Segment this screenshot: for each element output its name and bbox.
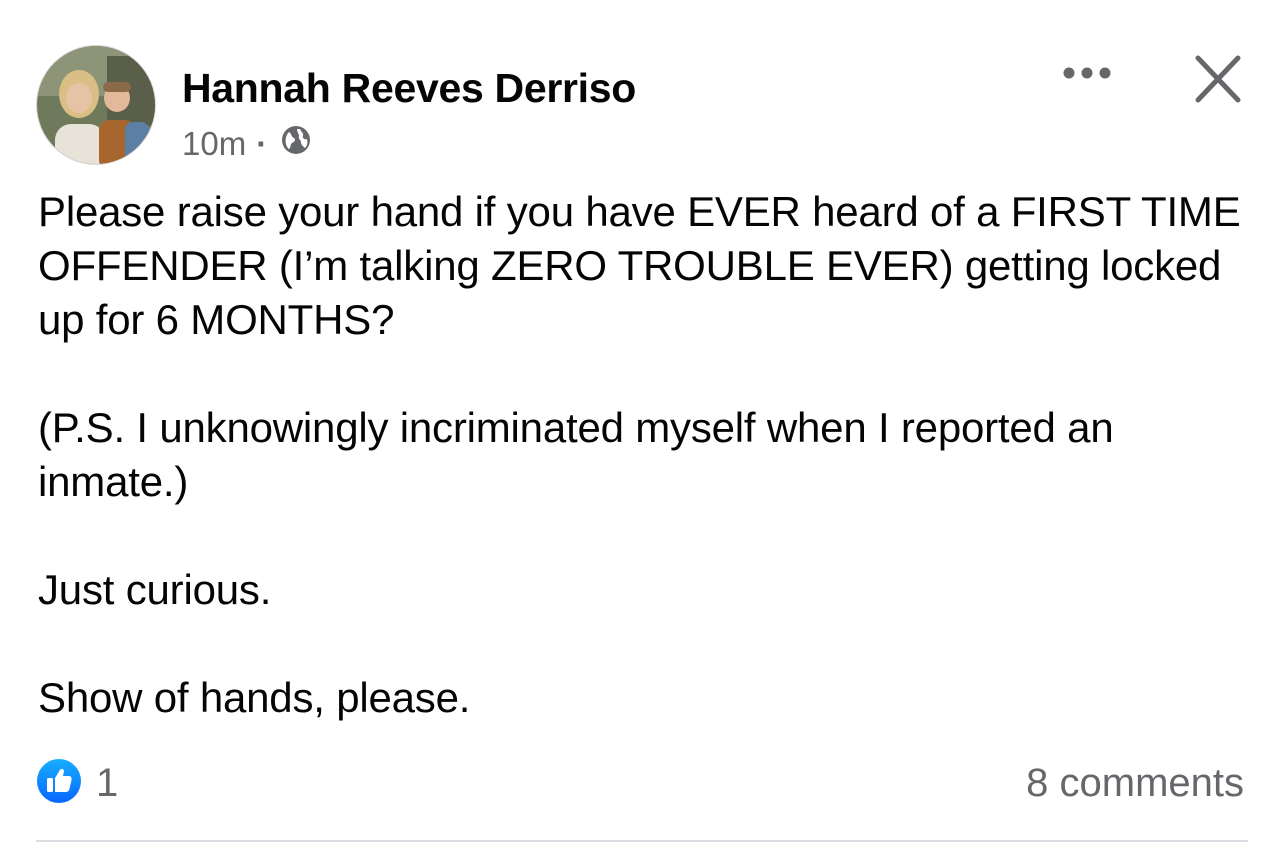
divider (36, 840, 1248, 842)
close-button[interactable] (1188, 50, 1248, 110)
avatar[interactable] (36, 45, 156, 165)
post-timestamp[interactable]: 10m (182, 125, 246, 163)
close-icon (1188, 55, 1248, 114)
post-paragraph: (P.S. I unknowingly incriminated myself … (38, 404, 1114, 505)
post-paragraph: Please raise your hand if you have EVER … (38, 188, 1241, 343)
avatar-photo (37, 46, 155, 164)
post-paragraph: Show of hands, please. (38, 674, 471, 721)
author-name[interactable]: Hannah Reeves Derriso (182, 66, 636, 110)
more-options-button[interactable] (1058, 60, 1116, 90)
more-options-icon (1061, 66, 1113, 85)
meta-separator: · (256, 125, 268, 162)
reactions-summary[interactable]: 1 (36, 758, 119, 809)
comments-count-link[interactable]: 8 comments (1026, 760, 1244, 806)
post-meta: 10m · (182, 124, 313, 164)
post-text: Please raise your hand if you have EVER … (38, 185, 1253, 725)
globe-icon (279, 123, 313, 165)
post-paragraph: Just curious. (38, 566, 272, 613)
like-icon (36, 758, 82, 809)
reaction-count: 1 (96, 760, 119, 805)
